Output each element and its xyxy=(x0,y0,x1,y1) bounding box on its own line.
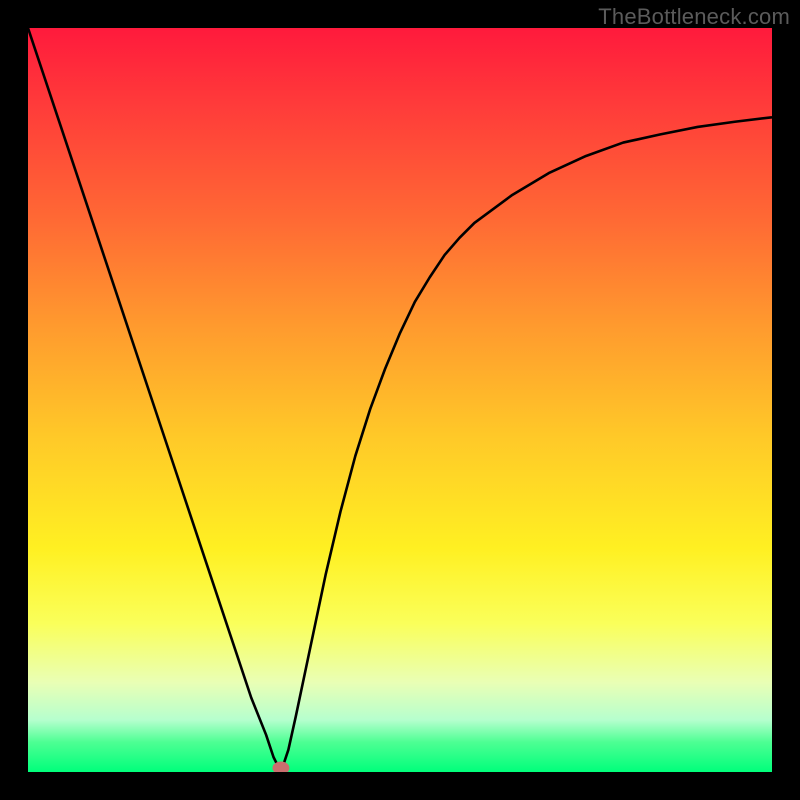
chart-svg xyxy=(28,28,772,772)
bottleneck-curve xyxy=(28,28,772,772)
chart-frame: TheBottleneck.com xyxy=(0,0,800,800)
plot-area xyxy=(28,28,772,772)
watermark-text: TheBottleneck.com xyxy=(598,4,790,30)
minimum-marker xyxy=(273,762,289,772)
